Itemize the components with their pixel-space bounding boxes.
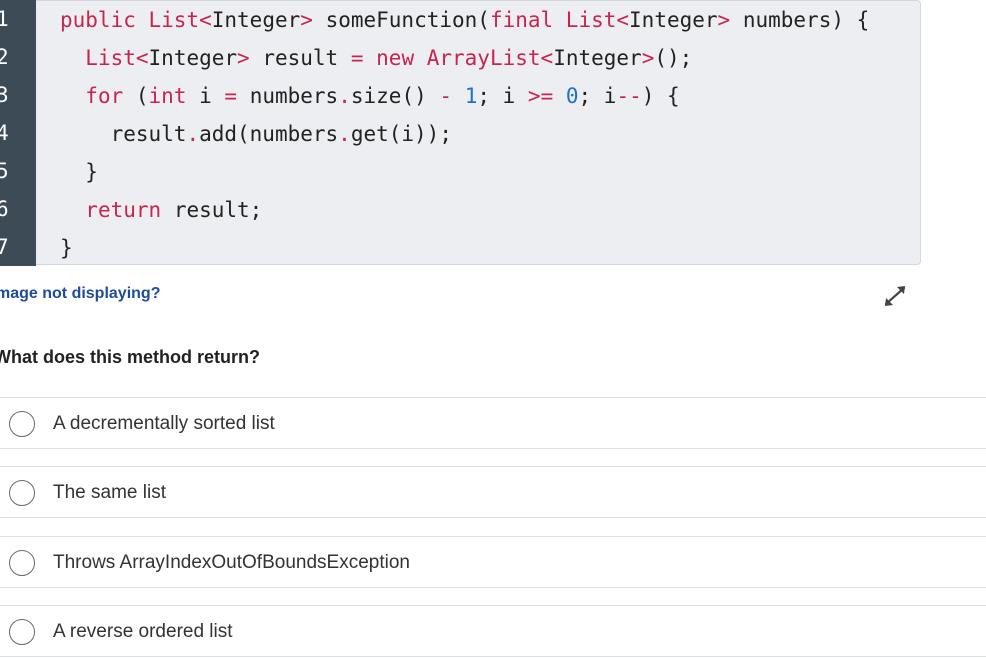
- code-token: result;: [173, 198, 263, 222]
- radio-circle-icon[interactable]: [9, 619, 35, 645]
- code-token: =: [350, 46, 377, 70]
- code-token: 1: [464, 84, 478, 108]
- line-number: 7: [0, 235, 9, 259]
- code-token: ();: [654, 46, 693, 70]
- code-line: result.add(numbers.get(i));: [60, 115, 452, 153]
- code-token: int: [148, 84, 200, 108]
- code-line: }: [60, 153, 98, 191]
- code-token: result: [60, 122, 187, 146]
- code-token: ; i: [477, 84, 528, 108]
- code-token: Integer: [148, 46, 238, 70]
- line-number: 3: [0, 83, 9, 107]
- question-text: What does this method return?: [0, 347, 261, 367]
- code-token: =: [224, 84, 250, 108]
- code-token: new: [376, 46, 427, 70]
- line-number: 1: [0, 7, 9, 31]
- line-number: 2: [0, 45, 9, 69]
- code-token: .: [186, 122, 200, 146]
- answer-option-label: The same list: [53, 482, 166, 503]
- line-number: 5: [0, 159, 9, 183]
- answer-option[interactable]: The same list: [0, 466, 986, 518]
- code-token: <: [135, 46, 149, 70]
- code-token: }: [60, 160, 98, 184]
- radio-circle-icon[interactable]: [9, 550, 35, 576]
- answer-option[interactable]: A reverse ordered list: [0, 605, 986, 657]
- code-token: size(): [350, 84, 440, 108]
- code-line: }: [60, 229, 73, 267]
- code-token: add(numbers: [199, 122, 339, 146]
- code-token: >: [717, 8, 743, 32]
- code-token: i: [199, 84, 225, 108]
- code-token: --: [616, 84, 642, 108]
- code-token: result: [262, 46, 351, 70]
- code-token: List: [565, 8, 617, 32]
- code-token: return: [85, 198, 174, 222]
- code-token: (: [135, 84, 149, 108]
- code-token: <: [616, 8, 630, 32]
- line-number: 6: [0, 197, 9, 221]
- code-token: numbers: [249, 84, 339, 108]
- code-token: }: [60, 236, 73, 260]
- radio-circle-icon[interactable]: [9, 411, 35, 437]
- code-token: >: [300, 8, 326, 32]
- radio-circle-icon[interactable]: [9, 480, 35, 506]
- code-token: List: [148, 8, 200, 32]
- code-token: -: [439, 84, 465, 108]
- code-token: .: [338, 84, 351, 108]
- answer-option[interactable]: A decrementally sorted list: [0, 397, 986, 449]
- code-token: >: [237, 46, 263, 70]
- code-token: ; i: [578, 84, 617, 108]
- code-token: numbers) {: [742, 8, 870, 32]
- line-number: 4: [0, 121, 9, 145]
- answer-option-label: A decrementally sorted list: [53, 413, 275, 434]
- code-token: final: [489, 8, 566, 32]
- code-token: >=: [527, 84, 566, 108]
- code-token: <: [540, 46, 554, 70]
- answer-option[interactable]: Throws ArrayIndexOutOfBoundsException: [0, 536, 986, 588]
- code-token: 0: [565, 84, 579, 108]
- code-token: Integer: [211, 8, 301, 32]
- code-token: List: [85, 46, 136, 70]
- expand-arrows-icon[interactable]: [881, 283, 909, 309]
- code-token: ArrayList: [426, 46, 541, 70]
- code-line: List<Integer> result = new ArrayList<Int…: [60, 39, 692, 77]
- code-token: public: [60, 8, 149, 32]
- code-line: public List<Integer> someFunction(final …: [60, 1, 869, 39]
- code-line: return result;: [60, 191, 262, 229]
- code-token: ) {: [641, 84, 680, 108]
- code-token: >: [641, 46, 655, 70]
- answer-option-label: A reverse ordered list: [53, 621, 233, 642]
- answer-option-label: Throws ArrayIndexOutOfBoundsException: [53, 552, 410, 573]
- code-token: get(i));: [350, 122, 452, 146]
- code-token: for: [85, 84, 136, 108]
- code-block: 1 2 3 4 5 6 7 public List<Integer> someF…: [0, 0, 922, 266]
- code-token: <: [199, 8, 212, 32]
- code-token: someFunction(: [325, 8, 490, 32]
- code-token: Integer: [553, 46, 642, 70]
- code-token: .: [338, 122, 351, 146]
- code-line: for (int i = numbers.size() - 1; i >= 0;…: [60, 77, 680, 115]
- image-not-displaying-link[interactable]: mage not displaying?: [0, 282, 160, 306]
- code-area: public List<Integer> someFunction(final …: [36, 0, 921, 265]
- code-token: Integer: [629, 8, 718, 32]
